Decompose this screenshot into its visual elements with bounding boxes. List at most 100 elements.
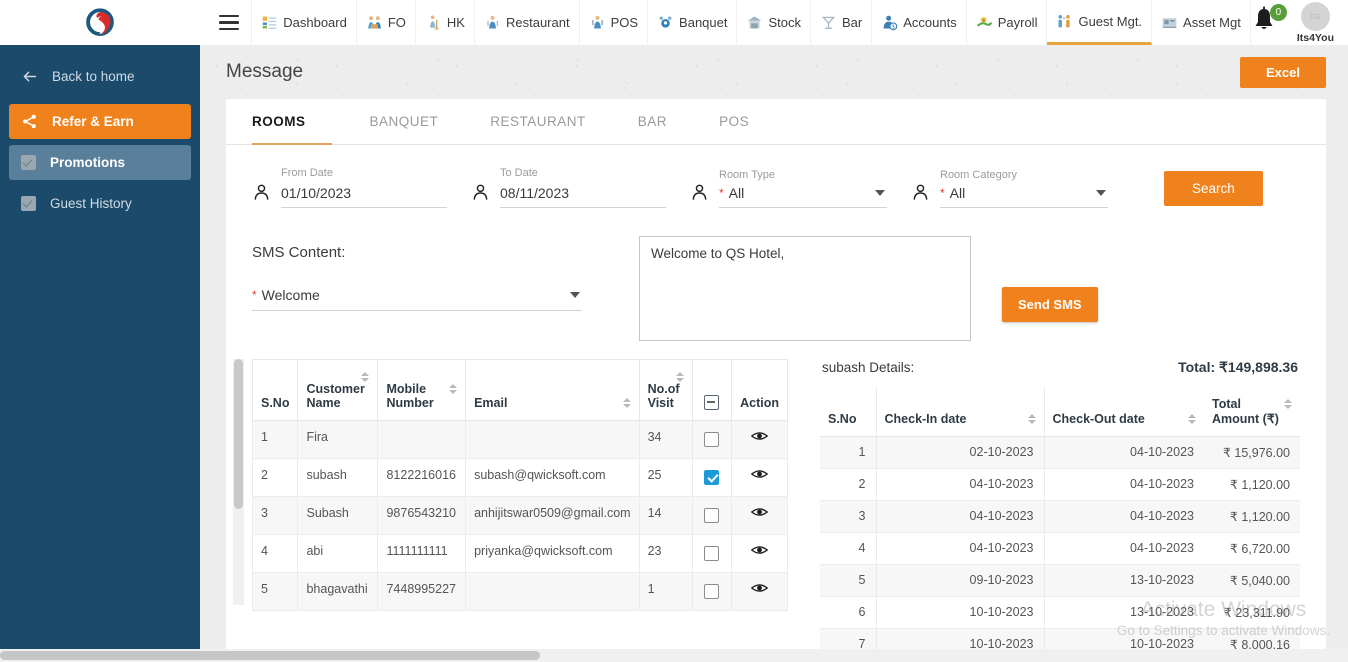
sidebar-item-label: Refer & Earn <box>52 114 134 129</box>
row-checkbox[interactable] <box>704 470 720 485</box>
scrollbar-thumb[interactable] <box>0 651 540 660</box>
notifications-button[interactable]: 0 <box>1251 3 1287 40</box>
nav-item-guest-mgt[interactable]: Guest Mgt. <box>1047 0 1153 45</box>
sms-message-textarea[interactable]: Welcome to QS Hotel, <box>639 236 971 341</box>
view-icon[interactable] <box>751 430 769 442</box>
nav-item-restaurant[interactable]: Restaurant <box>475 0 580 45</box>
sidebar-item-promotions[interactable]: Promotions <box>9 145 191 180</box>
column-header-checkout-date[interactable]: Check-Out date <box>1043 387 1204 437</box>
nav-item-stock[interactable]: Stock <box>737 0 811 45</box>
sort-icon[interactable] <box>361 372 370 382</box>
nav-item-hk[interactable]: HK <box>416 0 475 45</box>
nav-item-asset-mgt[interactable]: Asset Mgt <box>1152 0 1251 45</box>
cell-action[interactable] <box>731 496 788 535</box>
column-header-select-all[interactable] <box>691 359 733 421</box>
nav-item-label: Banquet <box>679 15 728 30</box>
tab-banquet[interactable]: BANQUET <box>344 99 465 145</box>
sms-content-label: SMS Content: <box>252 244 346 261</box>
cell-select[interactable] <box>691 572 733 611</box>
sms-template-select[interactable]: * Welcome <box>252 287 582 311</box>
sms-section: SMS Content: * Welcome Welcome to QS Hot… <box>226 214 1326 351</box>
column-header-no-of-visit[interactable]: No.of Visit <box>638 359 693 421</box>
table-row[interactable]: 5 09-10-2023 13-10-2023 ₹ 5,040.00 <box>820 564 1300 597</box>
search-button[interactable]: Search <box>1164 171 1263 206</box>
send-sms-button[interactable]: Send SMS <box>1002 287 1098 322</box>
cell-action[interactable] <box>731 572 788 611</box>
cell-select[interactable] <box>691 496 733 535</box>
customer-table-vertical-scrollbar[interactable] <box>233 359 244 605</box>
sort-icon[interactable] <box>449 384 458 394</box>
view-icon[interactable] <box>751 544 769 556</box>
sort-icon[interactable] <box>1188 414 1196 424</box>
sidebar-item-back-to-home[interactable]: Back to home <box>9 59 191 94</box>
nav-item-pos[interactable]: POS <box>580 0 649 45</box>
cell-action[interactable] <box>731 534 788 573</box>
cell-sno: 3 <box>251 496 299 535</box>
user-menu[interactable]: Its Its4You <box>1297 1 1334 44</box>
cell-action[interactable] <box>731 420 788 459</box>
brand-logo[interactable] <box>0 0 199 45</box>
cell-select[interactable] <box>691 534 733 573</box>
sort-icon[interactable] <box>1284 399 1292 409</box>
from-date-input[interactable] <box>281 183 447 208</box>
table-row[interactable]: 3 Subash 9876543210 anhijitswar0509@gmai… <box>251 496 788 535</box>
nav-item-payroll[interactable]: $ Payroll <box>967 0 1048 45</box>
nav-item-dashboard[interactable]: Dashboard <box>251 0 357 45</box>
cell-action[interactable] <box>731 458 788 497</box>
sort-icon[interactable] <box>1027 414 1036 424</box>
table-row[interactable]: 5 bhagavathi 7448995227 1 <box>251 572 788 611</box>
column-header-customer-name[interactable]: Customer Name <box>297 359 379 421</box>
details-panel-header: subash Details: Total: ₹149,898.36 <box>820 359 1300 387</box>
scrollbar-thumb[interactable] <box>234 359 243 509</box>
table-row[interactable]: 2 subash 8122216016 subash@qwicksoft.com… <box>251 458 788 497</box>
room-category-select[interactable]: * All <box>940 185 1108 208</box>
sidebar-item-guest-history[interactable]: Guest History <box>9 186 191 221</box>
room-type-select[interactable]: * All <box>719 185 887 208</box>
row-checkbox[interactable] <box>704 508 720 523</box>
sort-icon[interactable] <box>675 372 684 382</box>
view-icon[interactable] <box>751 582 769 594</box>
view-icon[interactable] <box>751 468 769 480</box>
nav-item-label: Restaurant <box>505 15 570 30</box>
table-row[interactable]: 4 04-10-2023 04-10-2023 ₹ 6,720.00 <box>820 532 1300 565</box>
sort-icon[interactable] <box>622 398 631 408</box>
table-row[interactable]: 3 04-10-2023 04-10-2023 ₹ 1,120.00 <box>820 500 1300 533</box>
row-checkbox[interactable] <box>704 584 720 599</box>
sidebar-item-refer-and-earn[interactable]: Refer & Earn <box>9 104 191 139</box>
nav-item-banquet[interactable]: Banquet <box>648 0 738 45</box>
to-date-input[interactable] <box>500 183 666 208</box>
table-row[interactable]: 1 Fira 34 <box>251 420 788 459</box>
column-header-checkin-date[interactable]: Check-In date <box>875 387 1044 437</box>
tab-rooms[interactable]: ROOMS <box>252 99 332 145</box>
tables-area: S.No Customer Name Mobile Number Email N… <box>226 351 1326 662</box>
column-header-total-amount[interactable]: Total Amount (₹) <box>1204 387 1300 437</box>
tab-bar[interactable]: BAR <box>612 99 693 145</box>
nav-item-fo[interactable]: FO <box>357 0 416 45</box>
view-icon[interactable] <box>751 506 769 518</box>
table-row[interactable]: 1 02-10-2023 04-10-2023 ₹ 15,976.00 <box>820 436 1300 469</box>
tab-pos[interactable]: POS <box>693 99 775 145</box>
page-header: Message Excel <box>200 45 1348 99</box>
row-checkbox[interactable] <box>704 432 720 447</box>
svg-text:$: $ <box>892 24 895 30</box>
cell-select[interactable] <box>691 420 733 459</box>
checkbox-icon <box>21 196 36 211</box>
menu-toggle[interactable] <box>207 14 251 31</box>
excel-export-button[interactable]: Excel <box>1240 56 1326 88</box>
cell-sno: 2 <box>251 458 299 497</box>
cell-select[interactable] <box>691 458 733 497</box>
tab-restaurant[interactable]: RESTAURANT <box>464 99 612 145</box>
nav-item-bar[interactable]: Bar <box>811 0 873 45</box>
room-category-group: Room Category * All <box>911 169 1132 208</box>
indeterminate-checkbox-icon[interactable] <box>704 395 720 410</box>
column-header-mobile-number[interactable]: Mobile Number <box>377 359 467 421</box>
nav-item-accounts[interactable]: $ Accounts <box>872 0 967 45</box>
table-row[interactable]: 2 04-10-2023 04-10-2023 ₹ 1,120.00 <box>820 468 1300 501</box>
table-row[interactable]: 4 abi 1111111111 priyanka@qwicksoft.com … <box>251 534 788 573</box>
page-horizontal-scrollbar[interactable] <box>0 649 1348 662</box>
avatar: Its <box>1300 1 1330 31</box>
row-checkbox[interactable] <box>704 546 720 561</box>
column-header-email[interactable]: Email <box>465 359 640 421</box>
dashboard-icon <box>262 16 277 29</box>
table-row[interactable]: 6 10-10-2023 13-10-2023 ₹ 23,311.90 <box>820 596 1300 629</box>
